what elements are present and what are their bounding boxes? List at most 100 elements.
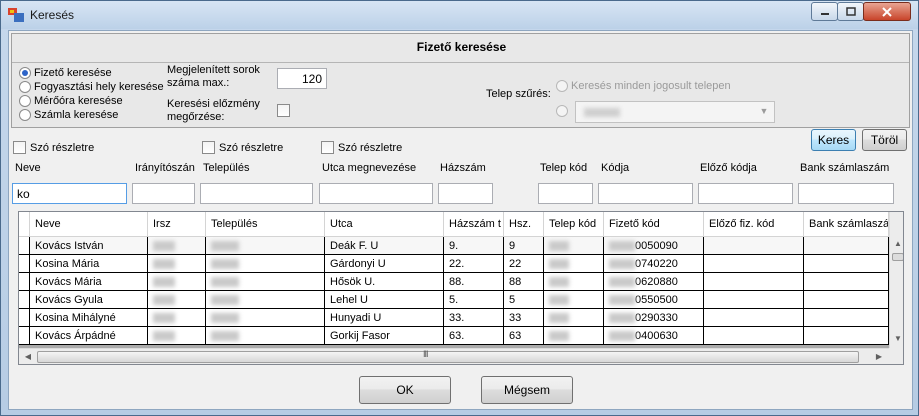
vertical-scrollbar[interactable]: ▲ ▼	[889, 212, 903, 348]
vertical-scroll-thumb[interactable]	[892, 253, 903, 261]
cell-site-code[interactable]	[544, 273, 604, 291]
scroll-up-icon[interactable]: ▲	[890, 239, 903, 248]
cell-site-code[interactable]	[544, 255, 604, 273]
site-code-filter-input[interactable]	[538, 183, 593, 204]
cell-name[interactable]: Kovács Árpádné	[30, 327, 148, 345]
grid-header-zip[interactable]: Irsz	[148, 212, 206, 237]
close-button[interactable]	[863, 2, 911, 21]
grid-header-hsz[interactable]: Hsz.	[504, 212, 544, 237]
row-header[interactable]	[19, 255, 30, 273]
cell-street[interactable]: Gárdonyi U	[325, 255, 444, 273]
grid-header-site-code[interactable]: Telep kód	[544, 212, 604, 237]
cell-street[interactable]: Hunyadi U	[325, 309, 444, 327]
row-header[interactable]	[19, 327, 30, 345]
cell-hsz[interactable]: 5	[504, 291, 544, 309]
radio-search-consumption-site[interactable]: Fogyasztási hely keresése	[19, 81, 164, 93]
cell-payer-code[interactable]: 0740220	[604, 255, 704, 273]
cell-site-code[interactable]	[544, 327, 604, 345]
cell-street[interactable]: Gorkij Fasor	[325, 327, 444, 345]
horizontal-scroll-thumb[interactable]	[37, 351, 859, 363]
cell-site-code[interactable]	[544, 291, 604, 309]
cell-payer-code[interactable]: 0050090	[604, 237, 704, 255]
name-filter-input[interactable]: ko	[12, 183, 127, 204]
cell-bank-account[interactable]	[804, 273, 889, 291]
cell-house-number[interactable]: 22.	[444, 255, 504, 273]
previous-code-filter-input[interactable]	[698, 183, 793, 204]
cell-name[interactable]: Kovács István	[30, 237, 148, 255]
bank-account-filter-input[interactable]	[798, 183, 894, 204]
cell-zip[interactable]	[148, 237, 206, 255]
horizontal-scrollbar[interactable]: ◀ III ▶	[19, 348, 889, 364]
cell-hsz[interactable]: 63	[504, 327, 544, 345]
radio-all-sites[interactable]: Keresés minden jogosult telepen	[556, 80, 731, 92]
cell-previous-code[interactable]	[704, 273, 804, 291]
cell-previous-code[interactable]	[704, 255, 804, 273]
cell-bank-account[interactable]	[804, 309, 889, 327]
cancel-button[interactable]: Mégsem	[481, 376, 573, 404]
site-select[interactable]: ▼	[575, 101, 775, 123]
radio-search-meter[interactable]: Mérőóra keresése	[19, 95, 123, 107]
cell-payer-code[interactable]: 0400630	[604, 327, 704, 345]
code-filter-input[interactable]	[598, 183, 693, 204]
maximize-button[interactable]	[837, 2, 864, 21]
cell-zip[interactable]	[148, 309, 206, 327]
scroll-down-icon[interactable]: ▼	[890, 334, 903, 343]
max-rows-input[interactable]: 120	[277, 68, 327, 89]
grid-header-house-number[interactable]: Házszám t	[444, 212, 504, 237]
title-bar[interactable]: Keresés	[1, 1, 918, 29]
grid-header-previous-code[interactable]: Előző fiz. kód	[704, 212, 804, 237]
cell-previous-code[interactable]	[704, 309, 804, 327]
cell-payer-code[interactable]: 0550500	[604, 291, 704, 309]
street-filter-input[interactable]	[319, 183, 433, 204]
cell-house-number[interactable]: 9.	[444, 237, 504, 255]
scroll-right-icon[interactable]: ▶	[871, 352, 887, 361]
cell-bank-account[interactable]	[804, 291, 889, 309]
house-number-filter-input[interactable]	[438, 183, 493, 204]
cell-city[interactable]	[206, 309, 325, 327]
partial-word-checkbox-street[interactable]	[321, 141, 334, 154]
grid-header-name[interactable]: Neve	[30, 212, 148, 237]
scroll-left-icon[interactable]: ◀	[20, 352, 36, 361]
cell-bank-account[interactable]	[804, 327, 889, 345]
radio-search-payer[interactable]: Fizető keresése	[19, 67, 112, 79]
partial-word-checkbox-city[interactable]	[202, 141, 215, 154]
cell-city[interactable]	[206, 273, 325, 291]
row-header[interactable]	[19, 309, 30, 327]
cell-site-code[interactable]	[544, 237, 604, 255]
grid-header-bank-account[interactable]: Bank számlaszán	[804, 212, 889, 237]
cell-street[interactable]: Lehel U	[325, 291, 444, 309]
radio-selected-site[interactable]	[556, 105, 571, 117]
cell-previous-code[interactable]	[704, 327, 804, 345]
cell-city[interactable]	[206, 327, 325, 345]
clear-button[interactable]: Töröl	[862, 129, 907, 151]
cell-zip[interactable]	[148, 291, 206, 309]
cell-house-number[interactable]: 88.	[444, 273, 504, 291]
row-header[interactable]	[19, 273, 30, 291]
cell-house-number[interactable]: 63.	[444, 327, 504, 345]
ok-button[interactable]: OK	[359, 376, 451, 404]
grid-header-payer-code[interactable]: Fizető kód	[604, 212, 704, 237]
cell-zip[interactable]	[148, 255, 206, 273]
cell-hsz[interactable]: 33	[504, 309, 544, 327]
cell-house-number[interactable]: 5.	[444, 291, 504, 309]
minimize-button[interactable]	[811, 2, 838, 21]
radio-search-invoice[interactable]: Számla keresése	[19, 109, 118, 121]
results-grid[interactable]: Neve Irsz Település Utca Házszám t Hsz. …	[18, 211, 904, 365]
search-button[interactable]: Keres	[811, 129, 856, 151]
history-checkbox[interactable]	[277, 104, 290, 117]
cell-name[interactable]: Kosina Mihályné	[30, 309, 148, 327]
radio-button-disabled[interactable]	[556, 80, 568, 92]
cell-bank-account[interactable]	[804, 237, 889, 255]
cell-site-code[interactable]	[544, 309, 604, 327]
radio-button-selected[interactable]	[19, 67, 31, 79]
grid-header-city[interactable]: Település	[206, 212, 325, 237]
cell-payer-code[interactable]: 0620880	[604, 273, 704, 291]
cell-previous-code[interactable]	[704, 237, 804, 255]
cell-city[interactable]	[206, 255, 325, 273]
cell-previous-code[interactable]	[704, 291, 804, 309]
cell-hsz[interactable]: 9	[504, 237, 544, 255]
cell-name[interactable]: Kosina Mária	[30, 255, 148, 273]
grid-header-street[interactable]: Utca	[325, 212, 444, 237]
city-filter-input[interactable]	[200, 183, 313, 204]
cell-hsz[interactable]: 22	[504, 255, 544, 273]
